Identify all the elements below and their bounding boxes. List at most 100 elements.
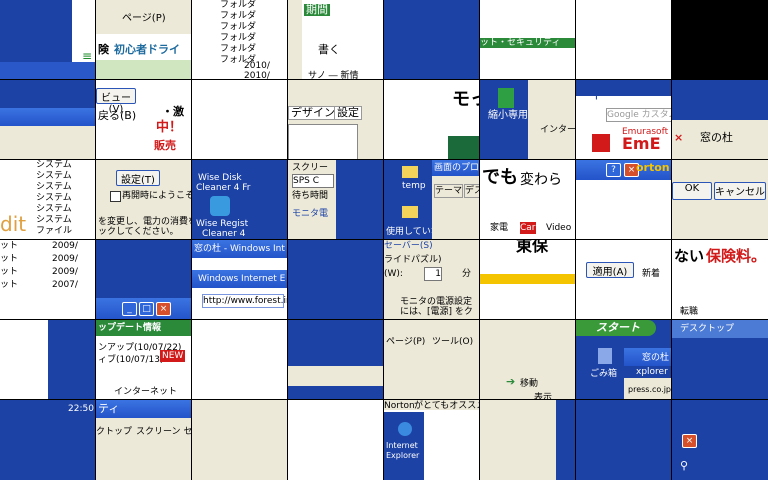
desktop-folder-label[interactable]: デスクトップ xyxy=(680,323,734,335)
puzzle-tile[interactable]: でも 変わら 家電 Car Video xyxy=(480,160,576,240)
page-menu[interactable]: ページ(P) xyxy=(386,336,425,348)
app-icon xyxy=(498,88,514,108)
tab-desktop[interactable]: クトップ xyxy=(96,426,132,438)
puzzle-tile[interactable]: フォルダ フォルダ フォルダ フォルダ フォルダ フォルダ 2010/ 2010/ xyxy=(192,0,288,80)
puzzle-tile[interactable] xyxy=(480,400,576,480)
desktop-icon-label[interactable]: Explorer xyxy=(386,450,419,462)
tab-screensaver[interactable]: スクリーン セーバー xyxy=(136,426,192,438)
puzzle-tile[interactable]: _ □ × xyxy=(96,240,192,320)
puzzle-tile[interactable]: temp 使用していな 画面のプロパ テーマ デス xyxy=(384,160,480,240)
tab-desktop[interactable]: デス xyxy=(464,184,480,198)
puzzle-tile[interactable]: ⚲ Google カスタム Emurasoft EmE xyxy=(576,80,672,160)
puzzle-tile[interactable]: ビュー(V) 戻る(B) ・激 中！ 販売 xyxy=(96,80,192,160)
puzzle-tile[interactable]: 期間 書く サノ ― 新情 xyxy=(288,0,384,80)
close-icon[interactable]: × xyxy=(156,302,171,316)
wait-spinner[interactable]: 1 xyxy=(424,267,442,281)
puzzle-tile[interactable]: Wise Disk Cleaner 4 Fr Wise Regist Clean… xyxy=(192,160,288,240)
cancel-button[interactable]: キャンセル xyxy=(714,182,766,200)
promo-text: 中！ xyxy=(156,120,183,135)
puzzle-tile[interactable]: ページ(P) ツール(O) xyxy=(384,320,480,400)
view-button[interactable]: ビュー(V) xyxy=(96,88,136,115)
puzzle-tile[interactable]: ップデート情報 ンアップ(10/07/22) ィブ(10/07/13) NEW … xyxy=(96,320,192,400)
puzzle-tile[interactable]: 22:50 xyxy=(0,400,96,480)
puzzle-tile[interactable]: × 窓の杜 xyxy=(672,80,768,160)
puzzle-tile[interactable]: ない 保険料。 転職 xyxy=(672,240,768,320)
wait-label: 待ち時間 xyxy=(292,191,329,201)
back-link[interactable]: 戻る(B) xyxy=(98,110,136,122)
puzzle-tile[interactable] xyxy=(192,320,288,400)
puzzle-tile[interactable]: スタート ごみ箱 窓の杜 xplorer press.co.jp/ xyxy=(576,320,672,400)
puzzle-tile[interactable]: 設定(T) 再開時にようこそ画面 を変更し、電力の消費を抑え ックしてください。 xyxy=(96,160,192,240)
job-link[interactable]: 転職 xyxy=(680,306,698,318)
puzzle-tile[interactable]: モっ xyxy=(384,80,480,160)
puzzle-tile[interactable] xyxy=(288,400,384,480)
page-menu[interactable]: ページ(P) xyxy=(122,13,166,25)
desktop-icon-label[interactable]: Cleaner 4 Fr xyxy=(196,182,250,194)
tab-theme[interactable]: テーマ xyxy=(434,184,464,198)
start-button[interactable]: スタート xyxy=(596,322,640,334)
update-item[interactable]: ィブ(10/07/13) xyxy=(98,354,163,366)
puzzle-tile[interactable]: Norton がとてもオススメ Internet Explorer xyxy=(384,400,480,480)
puzzle-tile[interactable]: デザイン 設定 xyxy=(288,80,384,160)
puzzle-tile[interactable]: ページ(P) 険 初心者ドライ xyxy=(96,0,192,80)
puzzle-tile[interactable] xyxy=(576,400,672,480)
go-button[interactable]: 移動 xyxy=(520,378,538,390)
go-icon[interactable]: ➔ xyxy=(506,376,515,388)
apply-button[interactable]: 適用(A) xyxy=(586,262,634,278)
folder-icon[interactable] xyxy=(402,166,418,178)
puzzle-tile[interactable]: × ⚲ xyxy=(672,400,768,480)
puzzle-tile[interactable]: ット ット ット ット 2009/2009/2009/2007/ xyxy=(0,240,96,320)
tab-video[interactable]: Video xyxy=(546,222,571,234)
puzzle-tile[interactable]: システム システム システム システム システム システム ファイル dit xyxy=(0,160,96,240)
puzzle-tile[interactable] xyxy=(192,80,288,160)
recycle-bin-label[interactable]: ごみ箱 xyxy=(590,368,617,380)
folder-label[interactable]: temp xyxy=(402,180,426,192)
puzzle-tile[interactable]: デスクトップ xyxy=(672,320,768,400)
puzzle-tile[interactable] xyxy=(0,320,96,400)
address-bar[interactable]: press.co.jp/ xyxy=(628,384,672,396)
puzzle-tile[interactable]: セーバー(S) ライドパズル) (W): 1 分 モニタの電源設定 には、[電源… xyxy=(384,240,480,320)
tab-settings[interactable]: 設定 xyxy=(334,106,362,120)
puzzle-tile[interactable]: 窓の杜 - Windows Int Windows Internet E htt… xyxy=(192,240,288,320)
puzzle-tile[interactable] xyxy=(288,320,384,400)
recycle-bin-icon[interactable] xyxy=(598,348,612,364)
resume-checkbox[interactable] xyxy=(110,191,121,202)
puzzle-tile[interactable]: 縮小専用。 インター xyxy=(480,80,576,160)
settings-button[interactable]: 設定(T) xyxy=(116,170,160,186)
maximize-icon[interactable]: □ xyxy=(139,302,154,316)
address-bar[interactable]: http://www.forest.im xyxy=(202,294,288,308)
tools-menu[interactable]: ツール(O) xyxy=(432,336,473,348)
puzzle-tile[interactable]: 適用(A) 新着 xyxy=(576,240,672,320)
puzzle-tile[interactable] xyxy=(576,0,672,80)
ok-button[interactable]: OK xyxy=(672,182,712,200)
puzzle-tile[interactable]: ➔ 移動 表示 xyxy=(480,320,576,400)
puzzle-tile[interactable] xyxy=(0,80,96,160)
ad-text: 変わら xyxy=(520,172,562,188)
screensaver-select[interactable]: SPS C xyxy=(292,174,334,188)
help-icon[interactable]: ? xyxy=(606,163,621,177)
tab-design[interactable]: デザイン xyxy=(288,106,338,120)
close-icon[interactable]: × xyxy=(682,434,697,448)
tab-car[interactable]: Car xyxy=(520,222,536,234)
search-icon[interactable]: ⚲ xyxy=(680,460,688,472)
search-input[interactable]: Google カスタム xyxy=(606,108,672,122)
close-icon[interactable]: × xyxy=(674,132,683,144)
internet-explorer-icon[interactable] xyxy=(398,422,412,436)
puzzle-tile[interactable] xyxy=(384,0,480,80)
puzzle-tile[interactable]: ティ クトップ スクリーン セーバー xyxy=(96,400,192,480)
puzzle-tile[interactable]: 東保 xyxy=(480,240,576,320)
puzzle-tile[interactable]: ? × orton xyxy=(576,160,672,240)
tab-appliance[interactable]: 家電 xyxy=(490,222,508,234)
puzzle-tile[interactable]: スクリー SPS C 待ち時間 モニタ電 xyxy=(288,160,384,240)
puzzle-tile[interactable] xyxy=(288,240,384,320)
wise-icon[interactable] xyxy=(210,196,230,216)
ad-text: 東保 xyxy=(516,240,549,255)
puzzle-tile[interactable] xyxy=(192,400,288,480)
search-icon[interactable]: ⚲ xyxy=(592,88,601,100)
puzzle-tile[interactable]: ット・セキュリティ xyxy=(480,0,576,80)
puzzle-tile[interactable]: OK キャンセル xyxy=(672,160,768,240)
puzzle-tile[interactable]: ≡ xyxy=(0,0,96,80)
power-label: には、[電源] をク xyxy=(400,307,473,317)
minimize-icon[interactable]: _ xyxy=(122,302,137,316)
folder-icon[interactable] xyxy=(402,206,418,218)
